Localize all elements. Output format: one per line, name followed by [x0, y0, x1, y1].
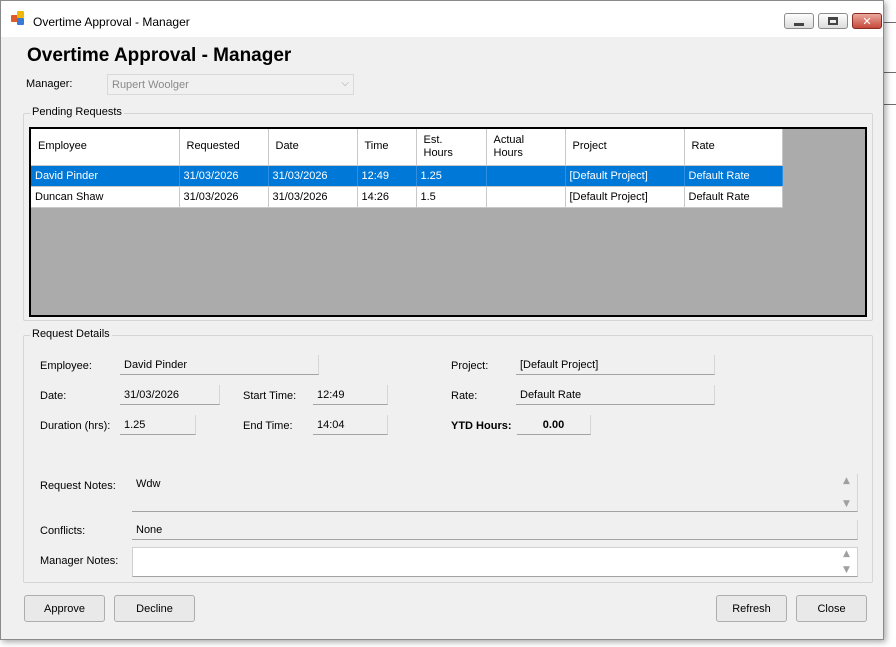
duration-field[interactable]: 1.25 — [120, 415, 196, 435]
close-icon: ✕ — [862, 14, 872, 28]
ytd-hours-label: YTD Hours: — [451, 420, 512, 432]
title-bar[interactable]: Overtime Approval - Manager ✕ — [1, 1, 883, 37]
refresh-button[interactable]: Refresh — [716, 595, 787, 622]
employee-field[interactable]: David Pinder — [120, 355, 319, 375]
end-time-label: End Time: — [243, 420, 293, 432]
scroll-down-arrow-icon[interactable]: ▼ — [843, 499, 850, 509]
table-cell[interactable]: [Default Project] — [565, 165, 685, 187]
request-notes-textarea[interactable]: Wdw ▲ ▼ — [132, 474, 858, 512]
table-cell[interactable]: Default Rate — [684, 186, 783, 208]
date-field[interactable]: 31/03/2026 — [120, 385, 220, 405]
table-cell[interactable]: 1.5 — [416, 186, 487, 208]
table-cell[interactable]: 14:26 — [357, 186, 417, 208]
column-header[interactable]: Rate — [684, 129, 783, 166]
chevron-down-icon: ⌵ — [341, 78, 349, 89]
table-cell[interactable]: Default Rate — [684, 165, 783, 187]
column-header[interactable]: Date — [268, 129, 358, 166]
end-time-field[interactable]: 14:04 — [313, 415, 388, 435]
rate-label: Rate: — [451, 390, 478, 402]
table-cell[interactable] — [486, 186, 566, 208]
table-cell[interactable]: Duncan Shaw — [31, 186, 180, 208]
table-row[interactable]: David Pinder 31/03/2026 31/03/2026 12:49 1.2… — [31, 165, 783, 187]
table-cell[interactable]: 1.25 — [416, 165, 487, 187]
scroll-up-arrow-icon[interactable]: ▲ — [843, 549, 850, 559]
column-header-label: Date — [275, 140, 299, 153]
column-header[interactable]: Time — [357, 129, 417, 166]
manager-notes-label: Manager Notes: — [40, 555, 119, 567]
scroll-down-arrow-icon[interactable]: ▼ — [843, 565, 850, 575]
request-notes-label: Request Notes: — [40, 480, 116, 492]
manager-dropdown[interactable]: Rupert Woolger ⌵ — [107, 74, 354, 95]
requests-table: Employee Requested Date Time Est. Hours Actual… — [31, 129, 783, 208]
table-cell[interactable]: 31/03/2026 — [179, 165, 269, 187]
page-heading: Overtime Approval - Manager — [27, 45, 292, 66]
conflicts-field[interactable]: None — [132, 520, 858, 540]
manager-label: Manager: — [26, 78, 73, 90]
conflicts-label: Conflicts: — [40, 525, 86, 537]
column-header-label: Project — [572, 140, 607, 153]
column-header[interactable]: Requested — [179, 129, 269, 166]
column-header-label: Requested — [186, 140, 240, 153]
window-title: Overtime Approval - Manager — [33, 15, 190, 29]
overtime-approval-window: Overtime Approval - Manager ✕ Overtime A… — [0, 0, 884, 640]
request-notes-text: Wdw — [136, 478, 161, 490]
column-header-label: Employee — [38, 140, 87, 153]
start-time-field[interactable]: 12:49 — [313, 385, 388, 405]
table-cell[interactable]: 31/03/2026 — [268, 165, 358, 187]
manager-notes-textarea[interactable]: ▲ ▼ — [132, 547, 858, 577]
request-details-title: Request Details — [30, 328, 112, 340]
request-notes-scrollbar[interactable]: ▲ ▼ — [841, 476, 855, 509]
column-header-label: Est. — [423, 133, 443, 146]
pending-requests-grid[interactable]: Employee Requested Date Time Est. Hours Actual… — [29, 127, 867, 317]
pending-requests-title: Pending Requests — [30, 106, 124, 118]
scroll-up-arrow-icon[interactable]: ▲ — [843, 476, 850, 486]
minimize-icon — [794, 22, 804, 26]
maximize-button[interactable] — [818, 13, 848, 29]
column-header[interactable]: Employee — [31, 129, 180, 166]
table-cell[interactable]: 12:49 — [357, 165, 417, 187]
decline-button[interactable]: Decline — [114, 595, 195, 622]
table-cell[interactable]: David Pinder — [31, 165, 180, 187]
rate-field[interactable]: Default Rate — [516, 385, 715, 405]
date-label: Date: — [40, 390, 67, 402]
ytd-hours-field: 0.00 — [517, 415, 591, 435]
manager-notes-scrollbar[interactable]: ▲ ▼ — [841, 549, 855, 575]
table-header-row: Employee Requested Date Time Est. Hours Actual… — [31, 129, 783, 166]
maximize-icon — [828, 17, 838, 25]
column-header-label: Hours — [493, 146, 523, 159]
close-window-button[interactable]: ✕ — [852, 13, 882, 29]
table-cell[interactable]: 31/03/2026 — [179, 186, 269, 208]
column-header-label: Time — [364, 140, 389, 153]
minimize-button[interactable] — [784, 13, 814, 29]
column-header-label: Actual — [493, 133, 525, 146]
employee-label: Employee: — [40, 360, 92, 372]
column-header[interactable]: Actual Hours — [486, 129, 566, 166]
table-cell[interactable] — [486, 165, 566, 187]
close-button[interactable]: Close — [796, 595, 867, 622]
duration-label: Duration (hrs): — [40, 420, 111, 432]
manager-dropdown-value: Rupert Woolger — [112, 79, 189, 91]
column-header[interactable]: Project — [565, 129, 685, 166]
approve-button[interactable]: Approve — [24, 595, 105, 622]
table-cell[interactable]: [Default Project] — [565, 186, 685, 208]
project-label: Project: — [451, 360, 489, 372]
start-time-label: Start Time: — [243, 390, 297, 402]
column-header[interactable]: Est. Hours — [416, 129, 487, 166]
app-icon — [11, 11, 25, 25]
column-header-label: Rate — [691, 140, 715, 153]
column-header-label: Hours — [423, 146, 453, 159]
table-row[interactable]: Duncan Shaw 31/03/2026 31/03/2026 14:26 1.5[… — [31, 186, 783, 208]
project-field[interactable]: [Default Project] — [516, 355, 715, 375]
table-cell[interactable]: 31/03/2026 — [268, 186, 358, 208]
